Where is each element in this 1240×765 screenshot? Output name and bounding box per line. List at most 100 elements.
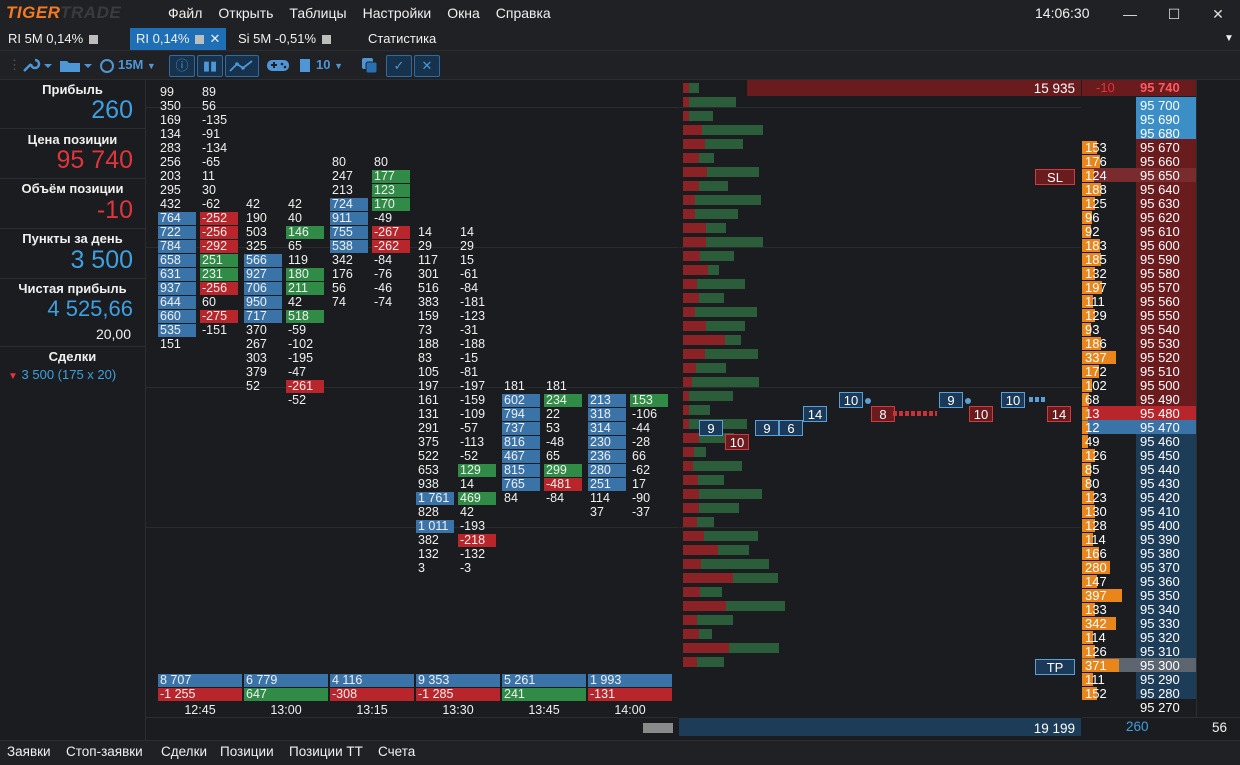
trade-marker[interactable]: 9 (699, 420, 723, 436)
ladder-price[interactable]: 95 420 (1140, 491, 1180, 505)
ladder-price[interactable]: 95 370 (1140, 561, 1180, 575)
folder-icon[interactable] (58, 55, 94, 75)
ladder-price[interactable]: 95 660 (1140, 155, 1180, 169)
tab-positions[interactable]: Позиции (220, 744, 274, 759)
count-selector[interactable]: 10 ▼ (300, 55, 343, 75)
trade-marker[interactable]: 6 (779, 420, 803, 436)
cluster-volume-cell: 114 (590, 491, 610, 505)
menu-tables[interactable]: Таблицы (289, 5, 346, 21)
stop-loss-marker[interactable]: SL (1035, 169, 1075, 185)
ladder-price[interactable]: 95 450 (1140, 449, 1180, 463)
ladder-price[interactable]: 95 700 (1140, 99, 1180, 113)
tab-ri-5m[interactable]: RI 5M 0,14% (2, 28, 104, 50)
ladder-price[interactable]: 95 390 (1140, 533, 1180, 547)
ladder-price[interactable]: 95 500 (1140, 379, 1180, 393)
ladder-price[interactable]: 95 340 (1140, 603, 1180, 617)
ladder-price[interactable]: 95 320 (1140, 631, 1180, 645)
profile-bar (695, 307, 757, 317)
ladder-price[interactable]: 95 430 (1140, 477, 1180, 491)
ladder-price[interactable]: 95 510 (1140, 365, 1180, 379)
ladder-price[interactable]: 95 560 (1140, 295, 1180, 309)
tabs-dropdown-icon[interactable]: ▼ (1218, 28, 1240, 50)
menu-help[interactable]: Справка (496, 5, 551, 21)
menu-settings[interactable]: Настройки (363, 5, 432, 21)
maximize-icon[interactable]: ☐ (1152, 0, 1196, 28)
ladder-price[interactable]: 95 650 (1140, 169, 1180, 183)
ladder-price[interactable]: 95 640 (1140, 183, 1180, 197)
cluster-volume-cell: 280 (588, 464, 626, 477)
ladder-price[interactable]: 95 570 (1140, 281, 1180, 295)
trade-marker[interactable]: 8 (871, 406, 895, 422)
shield-x-icon[interactable]: ✕ (414, 55, 440, 77)
cluster-delta-cell: -74 (374, 295, 393, 309)
tab-stop-orders[interactable]: Стоп-заявки (66, 744, 143, 759)
tab-si-5m[interactable]: Si 5M -0,51% (232, 28, 337, 50)
ladder-price[interactable]: 95 550 (1140, 309, 1180, 323)
tab-statistics[interactable]: Статистика (362, 28, 442, 50)
ladder-price[interactable]: 95 310 (1140, 645, 1180, 659)
ladder-price[interactable]: 95 410 (1140, 505, 1180, 519)
tab-accounts[interactable]: Счета (378, 744, 415, 759)
bars-icon[interactable]: ▮▮ (197, 55, 223, 77)
cluster-delta-cell: 251 (200, 254, 238, 267)
trade-marker[interactable]: 10 (969, 406, 993, 422)
tab-ri[interactable]: RI 0,14% ✕ (130, 28, 227, 50)
timeframe-selector[interactable]: 15M ▼ (100, 55, 156, 75)
ladder-price[interactable]: 95 540 (1140, 323, 1180, 337)
ladder-price[interactable]: 95 330 (1140, 617, 1180, 631)
ladder-price[interactable]: 95 530 (1140, 337, 1180, 351)
ladder-price[interactable]: 95 610 (1140, 225, 1180, 239)
ladder-price[interactable]: 95 480 (1140, 407, 1180, 421)
ladder-price[interactable]: 95 460 (1140, 435, 1180, 449)
profile-bar (706, 223, 726, 233)
ladder-price[interactable]: 95 490 (1140, 393, 1180, 407)
ladder-price[interactable]: 95 380 (1140, 547, 1180, 561)
gamepad-icon[interactable] (266, 55, 290, 75)
ladder-price[interactable]: 95 580 (1140, 267, 1180, 281)
ladder-price[interactable]: 95 440 (1140, 463, 1180, 477)
tab-deals[interactable]: Сделки (161, 744, 207, 759)
info-icon[interactable]: ⓘ (169, 55, 195, 77)
horizontal-scrollbar-thumb[interactable] (643, 723, 673, 733)
line-chart-icon[interactable] (225, 55, 259, 77)
menu-open[interactable]: Открыть (218, 5, 273, 21)
menu-windows[interactable]: Окна (447, 5, 480, 21)
trade-marker[interactable]: 14 (1047, 406, 1071, 422)
ladder-price[interactable]: 95 270 (1140, 701, 1180, 715)
trade-marker[interactable]: 9 (939, 392, 963, 408)
ladder-price[interactable]: 95 590 (1140, 253, 1180, 267)
trade-marker[interactable]: 10 (725, 434, 749, 450)
ladder-price[interactable]: 95 280 (1140, 687, 1180, 701)
tab-orders[interactable]: Заявки (7, 744, 51, 759)
tab-close-icon[interactable]: ✕ (209, 31, 220, 46)
ladder-price[interactable]: 95 400 (1140, 519, 1180, 533)
ladder-price[interactable]: 95 690 (1140, 113, 1180, 127)
ladder-price[interactable]: 95 680 (1140, 127, 1180, 141)
ladder-size: 129 (1085, 308, 1107, 323)
ladder-price[interactable]: 95 630 (1140, 197, 1180, 211)
cluster-chart[interactable]: 99 350 169 134 283 256 203 295 432 764 722 784 658 63… (146, 80, 678, 733)
menu-file[interactable]: Файл (168, 5, 202, 21)
close-icon[interactable]: ✕ (1196, 0, 1240, 28)
ladder-price[interactable]: 95 520 (1140, 351, 1180, 365)
layers-icon[interactable] (360, 55, 380, 75)
take-profit-marker[interactable]: TP (1035, 659, 1075, 675)
ladder-price[interactable]: 95 290 (1140, 673, 1180, 687)
chevron-down-icon[interactable]: ▼ (8, 371, 18, 382)
shield-check-icon[interactable]: ✓ (386, 55, 412, 77)
ladder-price[interactable]: 95 300 (1140, 659, 1180, 673)
minimize-icon[interactable]: — (1108, 0, 1152, 28)
tab-positions-tt[interactable]: Позиции ТТ (289, 744, 363, 759)
ladder-price[interactable]: 95 620 (1140, 211, 1180, 225)
trade-marker[interactable]: 14 (803, 406, 827, 422)
trade-marker[interactable]: 10 (839, 392, 863, 408)
ladder-price[interactable]: 95 350 (1140, 589, 1180, 603)
ladder-price[interactable]: 95 360 (1140, 575, 1180, 589)
wrench-icon[interactable] (20, 55, 54, 75)
ladder-price[interactable]: 95 600 (1140, 239, 1180, 253)
ladder-price[interactable]: 95 670 (1140, 141, 1180, 155)
price-ladder[interactable]: -10 95 740 95 700 95 690 95 680 153 95 670 176 9… (1082, 80, 1196, 734)
ladder-price[interactable]: 95 470 (1140, 421, 1180, 435)
trade-marker[interactable]: 9 (755, 420, 779, 436)
trade-marker[interactable]: 10 (1001, 392, 1025, 408)
